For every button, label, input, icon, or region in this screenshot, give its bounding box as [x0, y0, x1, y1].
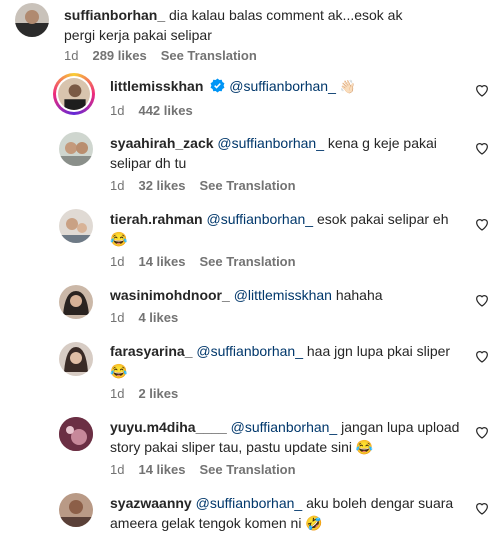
comment-meta: 1d 32 likes See Translation — [110, 178, 310, 193]
comment-likes[interactable]: 14 likes — [138, 254, 185, 269]
comment-likes[interactable]: 32 likes — [138, 178, 185, 193]
comment-mention[interactable]: @suffianborhan_ — [217, 135, 324, 151]
like-heart-icon[interactable] — [474, 348, 490, 364]
comment-mention[interactable]: @suffianborhan_ — [231, 419, 338, 435]
comment-meta: 1d 2 likes — [110, 386, 192, 401]
comment-username[interactable]: suffianborhan_ — [64, 7, 165, 23]
comment-time: 1d — [110, 254, 125, 269]
like-heart-icon[interactable] — [474, 500, 490, 516]
like-heart-icon[interactable] — [474, 292, 490, 308]
like-heart-icon[interactable] — [474, 140, 490, 156]
comment-text: farasyarina_ @suffianborhan_ haa jgn lup… — [110, 341, 460, 381]
comment-meta: 1d 442 likes — [110, 103, 207, 118]
comment-item: syaahirah_zack @suffianborhan_ kena g ke… — [0, 130, 500, 200]
comment-item: syazwaanny @suffianborhan_ aku boleh den… — [0, 490, 500, 531]
avatar[interactable] — [59, 342, 93, 376]
comment-meta: 1d 289 likes See Translation — [64, 48, 271, 63]
comment-item: suffianborhan_ dia kalau balas comment a… — [0, 0, 500, 68]
comment-meta: 1d 4 likes — [110, 310, 192, 325]
comment-text: littlemisskhan @suffianborhan_ 👋🏻 — [110, 76, 460, 97]
comment-mention[interactable]: @suffianborhan_ — [206, 211, 313, 227]
like-heart-icon[interactable] — [474, 216, 490, 232]
see-translation-link[interactable]: See Translation — [199, 462, 295, 477]
like-heart-icon[interactable] — [474, 82, 490, 98]
comment-text: syaahirah_zack @suffianborhan_ kena g ke… — [110, 133, 460, 173]
like-heart-icon[interactable] — [474, 424, 490, 440]
comment-text: suffianborhan_ dia kalau balas comment a… — [64, 5, 434, 45]
comment-text: syazwaanny @suffianborhan_ aku boleh den… — [110, 493, 460, 533]
avatar[interactable] — [59, 132, 93, 166]
comment-meta: 1d 14 likes See Translation — [110, 254, 310, 269]
see-translation-link[interactable]: See Translation — [199, 178, 295, 193]
see-translation-link[interactable]: See Translation — [161, 48, 257, 63]
avatar[interactable] — [59, 493, 93, 527]
comment-username[interactable]: syaahirah_zack — [110, 135, 214, 151]
comment-time: 1d — [110, 310, 125, 325]
comment-likes[interactable]: 4 likes — [138, 310, 178, 325]
comment-item: wasinimohdnoor_ @littlemisskhan hahaha 1… — [0, 282, 500, 332]
comment-likes[interactable]: 289 likes — [92, 48, 146, 63]
avatar[interactable] — [59, 209, 93, 243]
comment-likes[interactable]: 2 likes — [138, 386, 178, 401]
comment-text: wasinimohdnoor_ @littlemisskhan hahaha — [110, 285, 460, 305]
comment-username[interactable]: syazwaanny — [110, 495, 192, 511]
avatar[interactable] — [59, 285, 93, 319]
comment-time: 1d — [110, 178, 125, 193]
comment-body: 👋🏻 — [339, 79, 356, 94]
comment-username[interactable]: tierah.rahman — [110, 211, 203, 227]
avatar — [58, 78, 90, 110]
comment-likes[interactable]: 442 likes — [138, 103, 192, 118]
comment-username[interactable]: farasyarina_ — [110, 343, 193, 359]
comment-meta: 1d 14 likes See Translation — [110, 462, 310, 477]
comment-likes[interactable]: 14 likes — [138, 462, 185, 477]
see-translation-link[interactable]: See Translation — [199, 254, 295, 269]
comment-text: tierah.rahman @suffianborhan_ esok pakai… — [110, 209, 460, 249]
story-ring[interactable] — [53, 73, 95, 115]
comment-time: 1d — [110, 462, 125, 477]
comment-body: hahaha — [335, 287, 383, 303]
comment-time: 1d — [64, 48, 79, 63]
verified-badge-icon — [210, 78, 225, 93]
comment-mention[interactable]: @suffianborhan_ — [229, 78, 336, 94]
comment-item: yuyu.m4diha____ @suffianborhan_ jangan l… — [0, 414, 500, 484]
comment-mention[interactable]: @littlemisskhan — [234, 287, 332, 303]
comment-text: yuyu.m4diha____ @suffianborhan_ jangan l… — [110, 417, 460, 457]
comment-item: littlemisskhan @suffianborhan_ 👋🏻 1d 442 … — [0, 70, 500, 126]
comment-item: tierah.rahman @suffianborhan_ esok pakai… — [0, 206, 500, 276]
comment-mention[interactable]: @suffianborhan_ — [196, 495, 303, 511]
comment-username[interactable]: yuyu.m4diha____ — [110, 419, 227, 435]
comment-mention[interactable]: @suffianborhan_ — [196, 343, 303, 359]
comment-time: 1d — [110, 386, 125, 401]
comment-username[interactable]: littlemisskhan — [110, 78, 203, 94]
comment-time: 1d — [110, 103, 125, 118]
comment-username[interactable]: wasinimohdnoor_ — [110, 287, 230, 303]
avatar[interactable] — [59, 417, 93, 451]
comment-item: farasyarina_ @suffianborhan_ haa jgn lup… — [0, 338, 500, 408]
avatar[interactable] — [15, 3, 49, 37]
